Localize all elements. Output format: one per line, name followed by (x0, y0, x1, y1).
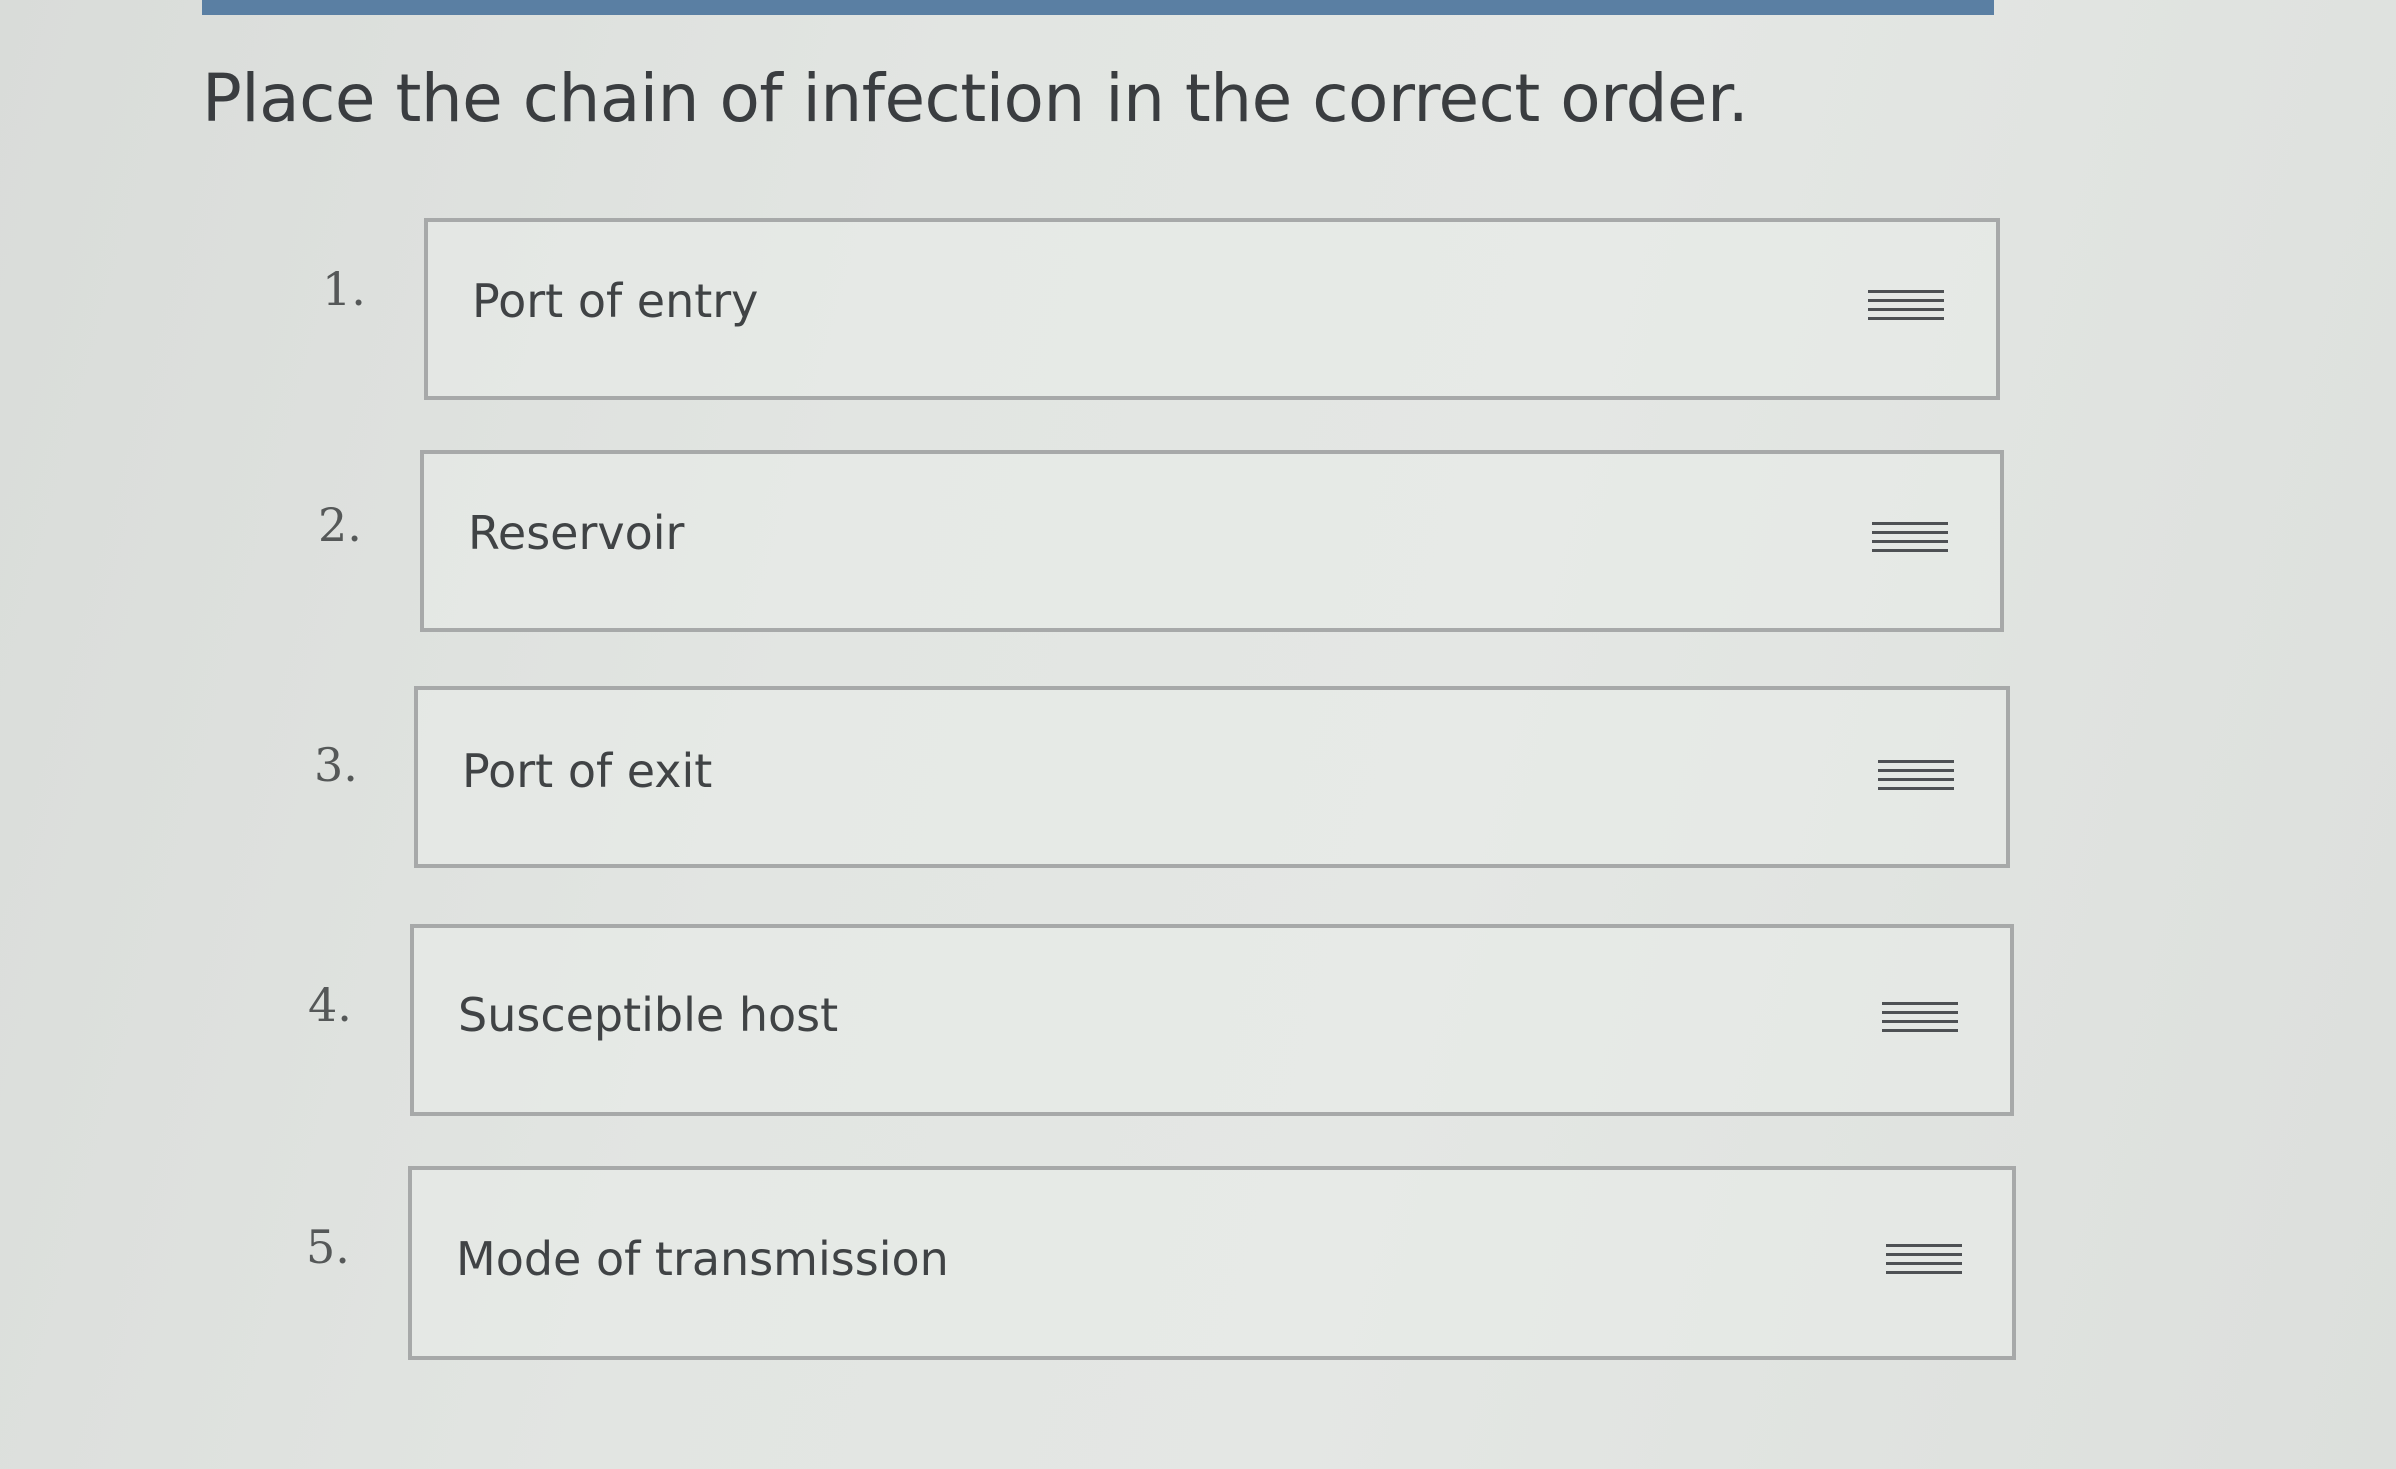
card-label: Port of entry (472, 274, 759, 328)
drag-handle-icon[interactable] (1878, 760, 1954, 800)
draggable-card-port-of-entry[interactable]: Port of entry (424, 218, 2000, 400)
item-number: 4. (308, 978, 352, 1032)
drag-handle-icon[interactable] (1868, 290, 1944, 330)
item-number: 2. (318, 498, 362, 552)
card-label: Mode of transmission (456, 1232, 949, 1286)
item-number: 3. (314, 738, 358, 792)
card-label: Port of exit (462, 744, 713, 798)
draggable-card-port-of-exit[interactable]: Port of exit (414, 686, 2010, 868)
item-number: 5. (306, 1220, 350, 1274)
draggable-card-reservoir[interactable]: Reservoir (420, 450, 2004, 632)
draggable-card-mode-of-transmission[interactable]: Mode of transmission (408, 1166, 2016, 1360)
card-label: Susceptible host (458, 988, 839, 1042)
drag-handle-icon[interactable] (1872, 522, 1948, 562)
ordering-list: 1. Port of entry 2. Reservoir 3. Port of… (0, 0, 2396, 1469)
drag-handle-icon[interactable] (1886, 1244, 1962, 1284)
drag-handle-icon[interactable] (1882, 1002, 1958, 1042)
card-label: Reservoir (468, 506, 685, 560)
draggable-card-susceptible-host[interactable]: Susceptible host (410, 924, 2014, 1116)
item-number: 1. (322, 262, 366, 316)
